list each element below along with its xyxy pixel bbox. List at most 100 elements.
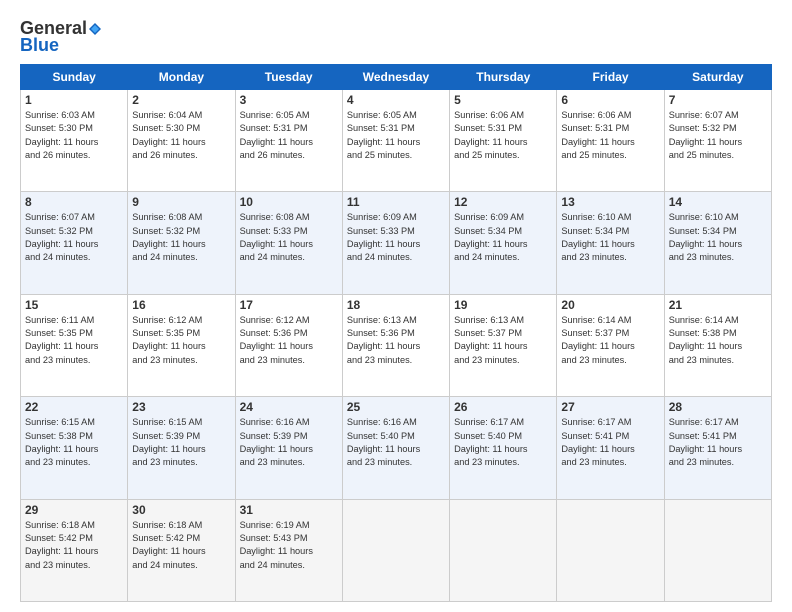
- day-number: 14: [669, 195, 767, 209]
- calendar-cell: 13 Sunrise: 6:10 AM Sunset: 5:34 PM Dayli…: [557, 192, 664, 294]
- day-info: Sunrise: 6:12 AM Sunset: 5:36 PM Dayligh…: [240, 314, 338, 367]
- calendar-table: SundayMondayTuesdayWednesdayThursdayFrid…: [20, 64, 772, 602]
- day-number: 9: [132, 195, 230, 209]
- day-number: 25: [347, 400, 445, 414]
- day-number: 2: [132, 93, 230, 107]
- day-number: 4: [347, 93, 445, 107]
- day-number: 31: [240, 503, 338, 517]
- calendar-cell: 8 Sunrise: 6:07 AM Sunset: 5:32 PM Daylig…: [21, 192, 128, 294]
- calendar-cell: 26 Sunrise: 6:17 AM Sunset: 5:40 PM Dayli…: [450, 397, 557, 499]
- day-number: 26: [454, 400, 552, 414]
- col-header-thursday: Thursday: [450, 65, 557, 90]
- col-header-friday: Friday: [557, 65, 664, 90]
- day-info: Sunrise: 6:10 AM Sunset: 5:34 PM Dayligh…: [561, 211, 659, 264]
- calendar-cell: 22 Sunrise: 6:15 AM Sunset: 5:38 PM Dayli…: [21, 397, 128, 499]
- calendar-cell: 4 Sunrise: 6:05 AM Sunset: 5:31 PM Daylig…: [342, 90, 449, 192]
- day-info: Sunrise: 6:14 AM Sunset: 5:38 PM Dayligh…: [669, 314, 767, 367]
- day-info: Sunrise: 6:17 AM Sunset: 5:41 PM Dayligh…: [561, 416, 659, 469]
- calendar-cell: 25 Sunrise: 6:16 AM Sunset: 5:40 PM Dayli…: [342, 397, 449, 499]
- day-info: Sunrise: 6:17 AM Sunset: 5:40 PM Dayligh…: [454, 416, 552, 469]
- week-row-3: 15Sunrise: 6:11 AM Sunset: 5:35 PM Dayli…: [21, 294, 772, 396]
- day-info: Sunrise: 6:07 AM Sunset: 5:32 PM Dayligh…: [25, 211, 123, 264]
- day-number: 10: [240, 195, 338, 209]
- day-info: Sunrise: 6:13 AM Sunset: 5:37 PM Dayligh…: [454, 314, 552, 367]
- calendar-cell: 20 Sunrise: 6:14 AM Sunset: 5:37 PM Dayli…: [557, 294, 664, 396]
- day-info: Sunrise: 6:06 AM Sunset: 5:31 PM Dayligh…: [561, 109, 659, 162]
- day-info: Sunrise: 6:03 AM Sunset: 5:30 PM Dayligh…: [25, 109, 123, 162]
- day-info: Sunrise: 6:05 AM Sunset: 5:31 PM Dayligh…: [347, 109, 445, 162]
- calendar-cell: 19Sunrise: 6:13 AM Sunset: 5:37 PM Dayli…: [450, 294, 557, 396]
- day-number: 30: [132, 503, 230, 517]
- day-number: 24: [240, 400, 338, 414]
- calendar-cell: 30 Sunrise: 6:18 AM Sunset: 5:42 PM Dayli…: [128, 499, 235, 601]
- calendar-cell: 14 Sunrise: 6:10 AM Sunset: 5:34 PM Dayli…: [664, 192, 771, 294]
- calendar-cell: 15Sunrise: 6:11 AM Sunset: 5:35 PM Dayli…: [21, 294, 128, 396]
- day-info: Sunrise: 6:09 AM Sunset: 5:33 PM Dayligh…: [347, 211, 445, 264]
- day-info: Sunrise: 6:12 AM Sunset: 5:35 PM Dayligh…: [132, 314, 230, 367]
- day-number: 13: [561, 195, 659, 209]
- day-info: Sunrise: 6:13 AM Sunset: 5:36 PM Dayligh…: [347, 314, 445, 367]
- day-number: 5: [454, 93, 552, 107]
- day-number: 18: [347, 298, 445, 312]
- day-number: 3: [240, 93, 338, 107]
- calendar-cell: [664, 499, 771, 601]
- day-info: Sunrise: 6:18 AM Sunset: 5:42 PM Dayligh…: [25, 519, 123, 572]
- day-info: Sunrise: 6:14 AM Sunset: 5:37 PM Dayligh…: [561, 314, 659, 367]
- col-header-saturday: Saturday: [664, 65, 771, 90]
- day-info: Sunrise: 6:07 AM Sunset: 5:32 PM Dayligh…: [669, 109, 767, 162]
- day-info: Sunrise: 6:10 AM Sunset: 5:34 PM Dayligh…: [669, 211, 767, 264]
- calendar-cell: 3Sunrise: 6:05 AM Sunset: 5:31 PM Daylig…: [235, 90, 342, 192]
- day-number: 20: [561, 298, 659, 312]
- week-row-5: 29Sunrise: 6:18 AM Sunset: 5:42 PM Dayli…: [21, 499, 772, 601]
- day-number: 16: [132, 298, 230, 312]
- day-number: 11: [347, 195, 445, 209]
- header-row: SundayMondayTuesdayWednesdayThursdayFrid…: [21, 65, 772, 90]
- col-header-tuesday: Tuesday: [235, 65, 342, 90]
- day-number: 17: [240, 298, 338, 312]
- calendar-cell: 12 Sunrise: 6:09 AM Sunset: 5:34 PM Dayli…: [450, 192, 557, 294]
- day-info: Sunrise: 6:15 AM Sunset: 5:38 PM Dayligh…: [25, 416, 123, 469]
- calendar-cell: 16 Sunrise: 6:12 AM Sunset: 5:35 PM Dayli…: [128, 294, 235, 396]
- calendar-cell: 24 Sunrise: 6:16 AM Sunset: 5:39 PM Dayli…: [235, 397, 342, 499]
- day-info: Sunrise: 6:18 AM Sunset: 5:42 PM Dayligh…: [132, 519, 230, 572]
- calendar-cell: 7Sunrise: 6:07 AM Sunset: 5:32 PM Daylig…: [664, 90, 771, 192]
- day-number: 15: [25, 298, 123, 312]
- day-number: 21: [669, 298, 767, 312]
- calendar-cell: 21 Sunrise: 6:14 AM Sunset: 5:38 PM Dayli…: [664, 294, 771, 396]
- day-number: 12: [454, 195, 552, 209]
- day-info: Sunrise: 6:08 AM Sunset: 5:33 PM Dayligh…: [240, 211, 338, 264]
- col-header-sunday: Sunday: [21, 65, 128, 90]
- day-number: 23: [132, 400, 230, 414]
- calendar-cell: 17 Sunrise: 6:12 AM Sunset: 5:36 PM Dayli…: [235, 294, 342, 396]
- calendar-cell: 6Sunrise: 6:06 AM Sunset: 5:31 PM Daylig…: [557, 90, 664, 192]
- calendar-cell: 5Sunrise: 6:06 AM Sunset: 5:31 PM Daylig…: [450, 90, 557, 192]
- calendar-cell: 10 Sunrise: 6:08 AM Sunset: 5:33 PM Dayli…: [235, 192, 342, 294]
- calendar-cell: [557, 499, 664, 601]
- day-info: Sunrise: 6:16 AM Sunset: 5:40 PM Dayligh…: [347, 416, 445, 469]
- day-info: Sunrise: 6:09 AM Sunset: 5:34 PM Dayligh…: [454, 211, 552, 264]
- calendar-cell: 2 Sunrise: 6:04 AM Sunset: 5:30 PM Daylig…: [128, 90, 235, 192]
- logo: General Blue: [20, 18, 103, 56]
- col-header-monday: Monday: [128, 65, 235, 90]
- calendar-cell: [450, 499, 557, 601]
- calendar-cell: 11 Sunrise: 6:09 AM Sunset: 5:33 PM Dayli…: [342, 192, 449, 294]
- calendar-cell: 27Sunrise: 6:17 AM Sunset: 5:41 PM Dayli…: [557, 397, 664, 499]
- logo-blue: Blue: [20, 35, 59, 56]
- calendar-cell: [342, 499, 449, 601]
- day-info: Sunrise: 6:15 AM Sunset: 5:39 PM Dayligh…: [132, 416, 230, 469]
- week-row-2: 8 Sunrise: 6:07 AM Sunset: 5:32 PM Daylig…: [21, 192, 772, 294]
- day-info: Sunrise: 6:04 AM Sunset: 5:30 PM Dayligh…: [132, 109, 230, 162]
- day-info: Sunrise: 6:17 AM Sunset: 5:41 PM Dayligh…: [669, 416, 767, 469]
- week-row-1: 1Sunrise: 6:03 AM Sunset: 5:30 PM Daylig…: [21, 90, 772, 192]
- logo-icon: [88, 22, 102, 36]
- calendar-cell: 28Sunrise: 6:17 AM Sunset: 5:41 PM Dayli…: [664, 397, 771, 499]
- calendar-cell: 23 Sunrise: 6:15 AM Sunset: 5:39 PM Dayli…: [128, 397, 235, 499]
- calendar-cell: 31Sunrise: 6:19 AM Sunset: 5:43 PM Dayli…: [235, 499, 342, 601]
- header: General Blue: [20, 18, 772, 56]
- day-number: 8: [25, 195, 123, 209]
- page: General Blue SundayMondayTuesdayWednesda…: [0, 0, 792, 612]
- calendar-cell: 1Sunrise: 6:03 AM Sunset: 5:30 PM Daylig…: [21, 90, 128, 192]
- day-number: 22: [25, 400, 123, 414]
- calendar-cell: 9Sunrise: 6:08 AM Sunset: 5:32 PM Daylig…: [128, 192, 235, 294]
- day-info: Sunrise: 6:16 AM Sunset: 5:39 PM Dayligh…: [240, 416, 338, 469]
